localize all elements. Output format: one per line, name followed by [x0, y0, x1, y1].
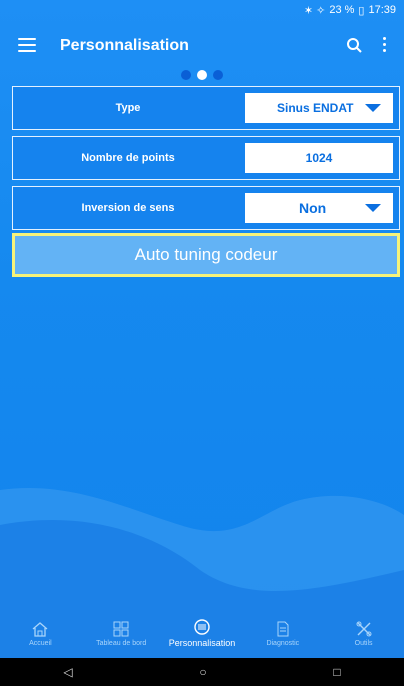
page-title: Personnalisation [60, 37, 189, 54]
system-navigation-bar: ◁ ○ □ [0, 658, 404, 686]
page-dot[interactable] [213, 70, 223, 80]
search-icon[interactable] [345, 36, 365, 56]
app-bar: Personnalisation [0, 28, 404, 68]
back-button[interactable]: ◁ [63, 665, 72, 679]
page-dot-active[interactable] [197, 70, 207, 80]
points-row: Nombre de points 1024 [12, 136, 400, 180]
dashboard-icon [113, 621, 129, 636]
menu-icon[interactable] [18, 38, 36, 52]
status-bar: ✶ ✧ 23 % ▯ 17:39 [0, 0, 404, 20]
dropdown-arrow-icon [365, 104, 381, 112]
battery-icon: ▯ [358, 4, 365, 17]
type-row: Type Sinus ENDAT [12, 86, 400, 130]
document-icon [277, 621, 289, 636]
dropdown-arrow-icon [365, 204, 381, 212]
type-label: Type [115, 101, 141, 114]
direction-label: Inversion de sens [81, 201, 175, 214]
nav-label: Personnalisation [168, 638, 236, 648]
nav-personnalisation[interactable]: Personnalisation [162, 608, 243, 658]
type-dropdown[interactable]: Sinus ENDAT [245, 93, 393, 123]
tune-icon [194, 619, 210, 635]
bottom-navigation: Accueil Tableau de bord Personnalisation… [0, 608, 404, 658]
direction-row: Inversion de sens Non [12, 186, 400, 230]
battery-level: 23 % [329, 4, 355, 16]
points-label: Nombre de points [81, 151, 175, 164]
nav-label: Tableau de bord [96, 639, 147, 647]
direction-dropdown[interactable]: Non [245, 193, 393, 223]
nav-tableau-de-bord[interactable]: Tableau de bord [81, 608, 162, 658]
home-button[interactable]: ○ [199, 665, 206, 679]
page-dot[interactable] [181, 70, 191, 80]
points-input[interactable]: 1024 [245, 143, 393, 173]
nav-label: Outils [354, 639, 373, 647]
type-value: Sinus ENDAT [277, 101, 354, 115]
nav-label: Diagnostic [266, 639, 300, 647]
recent-apps-button[interactable]: □ [333, 665, 340, 679]
status-icons: ✶ ✧ [303, 4, 326, 17]
more-options-icon[interactable] [381, 37, 387, 55]
nav-diagnostic[interactable]: Diagnostic [242, 608, 323, 658]
nav-outils[interactable]: Outils [323, 608, 404, 658]
clock: 17:39 [368, 4, 396, 16]
page-indicator [0, 70, 404, 82]
nav-label: Accueil [29, 639, 52, 647]
auto-tuning-button[interactable]: Auto tuning codeur [12, 233, 400, 277]
tools-icon [356, 621, 372, 636]
home-icon [32, 621, 48, 637]
direction-value: Non [299, 200, 327, 216]
nav-accueil[interactable]: Accueil [0, 608, 81, 658]
